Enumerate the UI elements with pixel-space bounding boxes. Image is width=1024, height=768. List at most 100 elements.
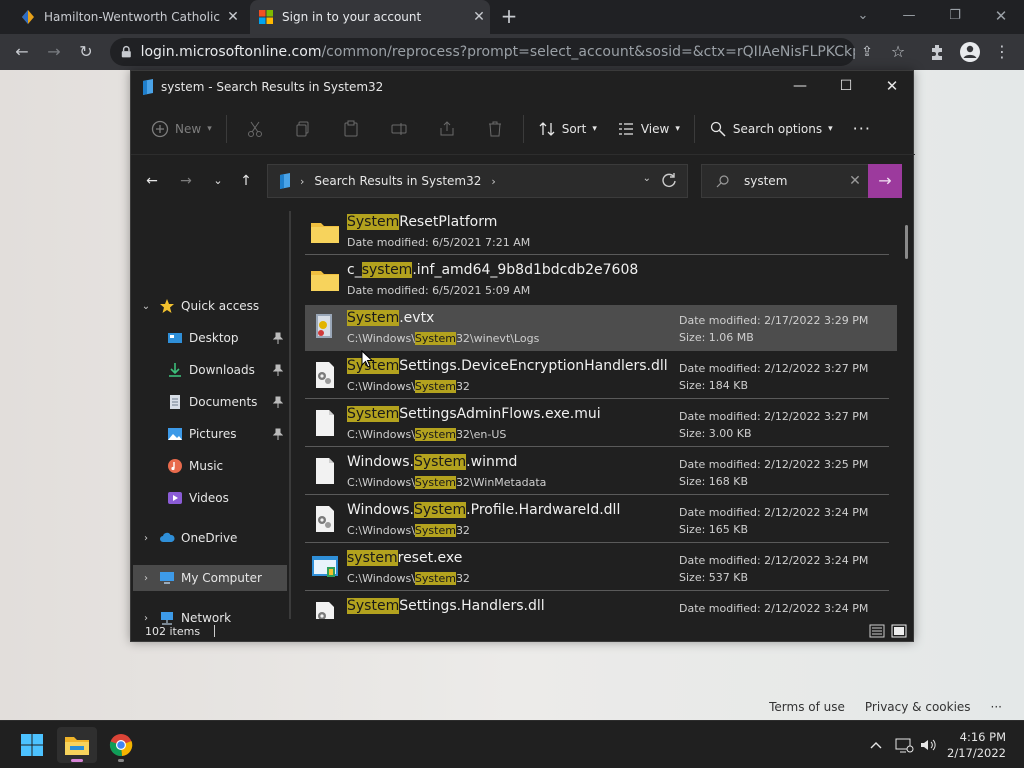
nav-music[interactable]: Music xyxy=(133,453,287,479)
file-name: Windows.System.Profile.HardwareId.dll xyxy=(347,502,620,518)
search-options-button[interactable]: Search options ▾ xyxy=(699,111,843,147)
list-item[interactable]: SystemSettingsAdminFlows.exe.mui C:\Wind… xyxy=(305,401,897,447)
chevron-down-icon[interactable]: ⌄ xyxy=(139,301,153,312)
close-tab-icon[interactable]: ✕ xyxy=(468,9,490,25)
path-suffix: 32\en-US xyxy=(455,428,507,441)
chevron-down-icon[interactable]: ⌄ xyxy=(848,5,878,27)
terms-of-use-link[interactable]: Terms of use xyxy=(769,700,845,714)
list-item[interactable]: Windows.System.Profile.HardwareId.dll C:… xyxy=(305,497,897,543)
nav-onedrive[interactable]: › OneDrive xyxy=(133,525,287,551)
profile-icon[interactable] xyxy=(958,40,982,64)
nav-videos[interactable]: Videos xyxy=(133,485,287,511)
copy-icon[interactable] xyxy=(279,111,327,147)
music-icon xyxy=(168,459,182,473)
menu-icon[interactable]: ⋮ xyxy=(990,40,1014,64)
dll-icon xyxy=(316,362,334,388)
details-view-icon[interactable] xyxy=(869,623,885,639)
share-icon[interactable]: ⇪ xyxy=(855,40,879,64)
search-go-button[interactable]: → xyxy=(868,164,902,198)
privacy-link[interactable]: Privacy & cookies xyxy=(865,700,971,714)
refresh-icon[interactable] xyxy=(659,171,679,191)
list-item[interactable]: System.evtx C:\Windows\System32\winevt\L… xyxy=(305,305,897,351)
list-item[interactable]: SystemSettings.Handlers.dll Date modifie… xyxy=(305,593,897,619)
back-icon[interactable]: ← xyxy=(139,169,165,193)
nav-downloads[interactable]: Downloads xyxy=(133,357,287,383)
list-item[interactable]: SystemResetPlatform Date modified: 6/5/2… xyxy=(305,209,897,255)
search-options-label: Search options xyxy=(732,121,823,136)
file-name: System.evtx xyxy=(347,310,434,326)
file-explorer-taskbar-button[interactable] xyxy=(57,727,97,763)
list-item[interactable]: c_system.inf_amd64_9b8d1bdcdb2e7608 Date… xyxy=(305,257,897,303)
reload-icon[interactable]: ↻ xyxy=(74,40,98,64)
restore-icon[interactable]: ❐ xyxy=(940,5,970,27)
forward-icon[interactable]: → xyxy=(173,169,199,193)
more-options-link[interactable]: ··· xyxy=(991,700,1002,714)
paste-icon[interactable] xyxy=(327,111,375,147)
list-item[interactable]: SystemSettings.DeviceEncryptionHandlers.… xyxy=(305,353,897,399)
system-clock[interactable]: 4:16 PM 2/17/2022 xyxy=(947,729,1006,761)
path-match: System xyxy=(414,428,456,441)
close-icon[interactable]: ✕ xyxy=(869,71,915,101)
new-tab-button[interactable]: + xyxy=(498,6,520,28)
recent-locations-icon[interactable]: ⌄ xyxy=(205,169,231,193)
more-options-button[interactable]: ··· xyxy=(843,111,881,147)
minimize-icon[interactable]: — xyxy=(894,5,924,27)
nav-desktop[interactable]: Desktop xyxy=(133,325,287,351)
chevron-right-icon[interactable]: › xyxy=(139,573,153,584)
display-icon[interactable] xyxy=(894,735,914,755)
path-match: System xyxy=(414,524,456,537)
volume-icon[interactable] xyxy=(918,735,938,755)
nav-quick-access[interactable]: ⌄ Quick access xyxy=(133,293,287,319)
address-bar[interactable]: login.microsoftonline.com/common/reproce… xyxy=(110,38,855,66)
list-item[interactable]: systemreset.exe C:\Windows\System32 Date… xyxy=(305,545,897,591)
folder-icon xyxy=(65,737,89,755)
pin-icon xyxy=(273,396,283,408)
close-tab-icon[interactable]: ✕ xyxy=(222,9,244,25)
up-icon[interactable]: ↑ xyxy=(233,169,259,193)
maximize-icon[interactable]: ☐ xyxy=(823,71,869,101)
cut-icon[interactable] xyxy=(231,111,279,147)
chevron-up-icon[interactable] xyxy=(866,735,886,755)
path-suffix: 32\WinMetadata xyxy=(455,476,547,489)
address-dropdown-icon[interactable]: ⌄ xyxy=(643,173,651,184)
new-button[interactable]: New ▾ xyxy=(141,111,222,147)
back-icon[interactable]: ← xyxy=(10,40,34,64)
star-icon xyxy=(160,299,174,313)
date-modified: Date modified: 2/12/2022 3:24 PM xyxy=(679,602,869,615)
file-list-scrollbar[interactable] xyxy=(905,225,908,259)
forward-icon[interactable]: → xyxy=(42,40,66,64)
minimize-icon[interactable]: — xyxy=(777,71,823,101)
tab-sign-in[interactable]: Sign in to your account ✕ xyxy=(250,0,490,34)
address-text[interactable]: Search Results in System32 xyxy=(314,174,481,188)
chrome-taskbar-button[interactable] xyxy=(101,727,141,763)
nav-my-computer[interactable]: › My Computer xyxy=(133,565,287,591)
delete-icon[interactable] xyxy=(471,111,519,147)
path-prefix: C:\Windows\ xyxy=(347,524,415,537)
breadcrumb-chevron-icon[interactable]: › xyxy=(300,175,304,188)
star-icon[interactable]: ☆ xyxy=(886,40,910,64)
clear-search-icon[interactable]: ✕ xyxy=(840,173,870,189)
view-button[interactable]: View ▾ xyxy=(607,111,690,147)
large-icons-view-icon[interactable] xyxy=(891,623,907,639)
extensions-icon[interactable] xyxy=(926,40,950,64)
address-box[interactable]: › Search Results in System32 › ⌄ xyxy=(267,164,688,198)
nav-pictures[interactable]: Pictures xyxy=(133,421,287,447)
search-value[interactable]: system xyxy=(744,174,840,188)
rename-icon[interactable] xyxy=(375,111,423,147)
sort-button[interactable]: Sort ▾ xyxy=(528,111,607,147)
chevron-right-icon[interactable]: › xyxy=(139,533,153,544)
dll-icon xyxy=(316,506,334,532)
search-input[interactable]: system ✕ xyxy=(701,164,871,198)
start-button[interactable] xyxy=(12,727,52,763)
tab-hamilton-wentworth[interactable]: Hamilton-Wentworth Catholic Di ✕ xyxy=(12,0,244,34)
nav-documents[interactable]: Documents xyxy=(133,389,287,415)
date-modified: Date modified: 2/12/2022 3:27 PM xyxy=(679,410,869,423)
breadcrumb-chevron-icon[interactable]: › xyxy=(491,175,495,188)
list-item[interactable]: Windows.System.winmd C:\Windows\System32… xyxy=(305,449,897,495)
close-icon[interactable]: ✕ xyxy=(986,5,1016,27)
search-icon xyxy=(716,175,729,188)
navigation-scrollbar[interactable] xyxy=(289,211,291,619)
school-favicon-icon xyxy=(22,10,34,24)
file-size: Size: 1.06 MB xyxy=(679,331,754,344)
share-icon[interactable] xyxy=(423,111,471,147)
